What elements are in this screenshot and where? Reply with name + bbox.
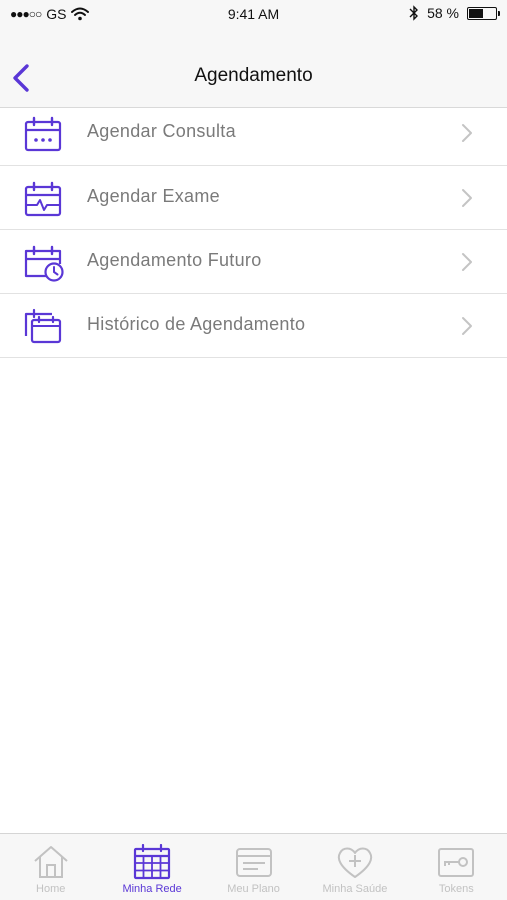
- chevron-right-icon: [462, 124, 472, 142]
- tab-label: Meu Plano: [227, 883, 280, 895]
- battery-icon: [467, 6, 500, 20]
- menu-item-label: Agendar Consulta: [87, 121, 236, 141]
- menu-item-agendar-consulta[interactable]: Agendar Consulta: [0, 101, 507, 166]
- key-icon: [438, 848, 475, 877]
- menu-item-label: Histórico de Agendamento: [87, 314, 306, 334]
- menu-item-agendamento-futuro[interactable]: Agendamento Futuro: [0, 230, 507, 294]
- bluetooth-icon: [409, 5, 419, 21]
- calendar-history-icon: [24, 308, 62, 344]
- calendar-dots-icon: [24, 116, 62, 152]
- menu-item-historico-de-agendamento[interactable]: Histórico de Agendamento: [0, 294, 507, 358]
- tab-minha-saude[interactable]: Minha Saúde: [304, 834, 405, 900]
- page-title: Agendamento: [194, 65, 313, 86]
- menu-item-label: Agendar Exame: [87, 186, 220, 206]
- menu-item-label: Agendamento Futuro: [87, 250, 262, 270]
- heart-plus-icon: [337, 847, 373, 878]
- tab-home[interactable]: Home: [0, 834, 101, 900]
- battery-percentage: 58 %: [427, 5, 459, 21]
- tab-label: Minha Rede: [122, 883, 182, 895]
- calendar-pulse-icon: [24, 181, 62, 217]
- status-bar: ●●●○○ GS 9:41 AM 58 %: [0, 0, 507, 30]
- chevron-right-icon: [462, 189, 472, 207]
- card-icon: [235, 848, 272, 877]
- scheduling-menu-list: Agendar Consulta Agendar Exame Agendamen…: [0, 101, 507, 358]
- calendar-clock-icon: [24, 245, 64, 282]
- chevron-right-icon: [462, 317, 472, 335]
- tab-tokens[interactable]: Tokens: [406, 834, 507, 900]
- navigation-bar: Agendamento: [0, 30, 507, 108]
- tab-label: Tokens: [438, 883, 474, 895]
- tab-label: Minha Saúde: [322, 883, 388, 895]
- grid-calendar-icon: [134, 844, 171, 880]
- tab-label: Home: [36, 883, 66, 895]
- tab-bar: Home Minha Rede Meu Plano Minha Saúde To…: [0, 833, 507, 900]
- tab-meu-plano[interactable]: Meu Plano: [203, 834, 304, 900]
- home-icon: [34, 846, 68, 878]
- tab-minha-rede[interactable]: Minha Rede: [101, 834, 202, 900]
- chevron-right-icon: [462, 253, 472, 271]
- menu-item-agendar-exame[interactable]: Agendar Exame: [0, 166, 507, 230]
